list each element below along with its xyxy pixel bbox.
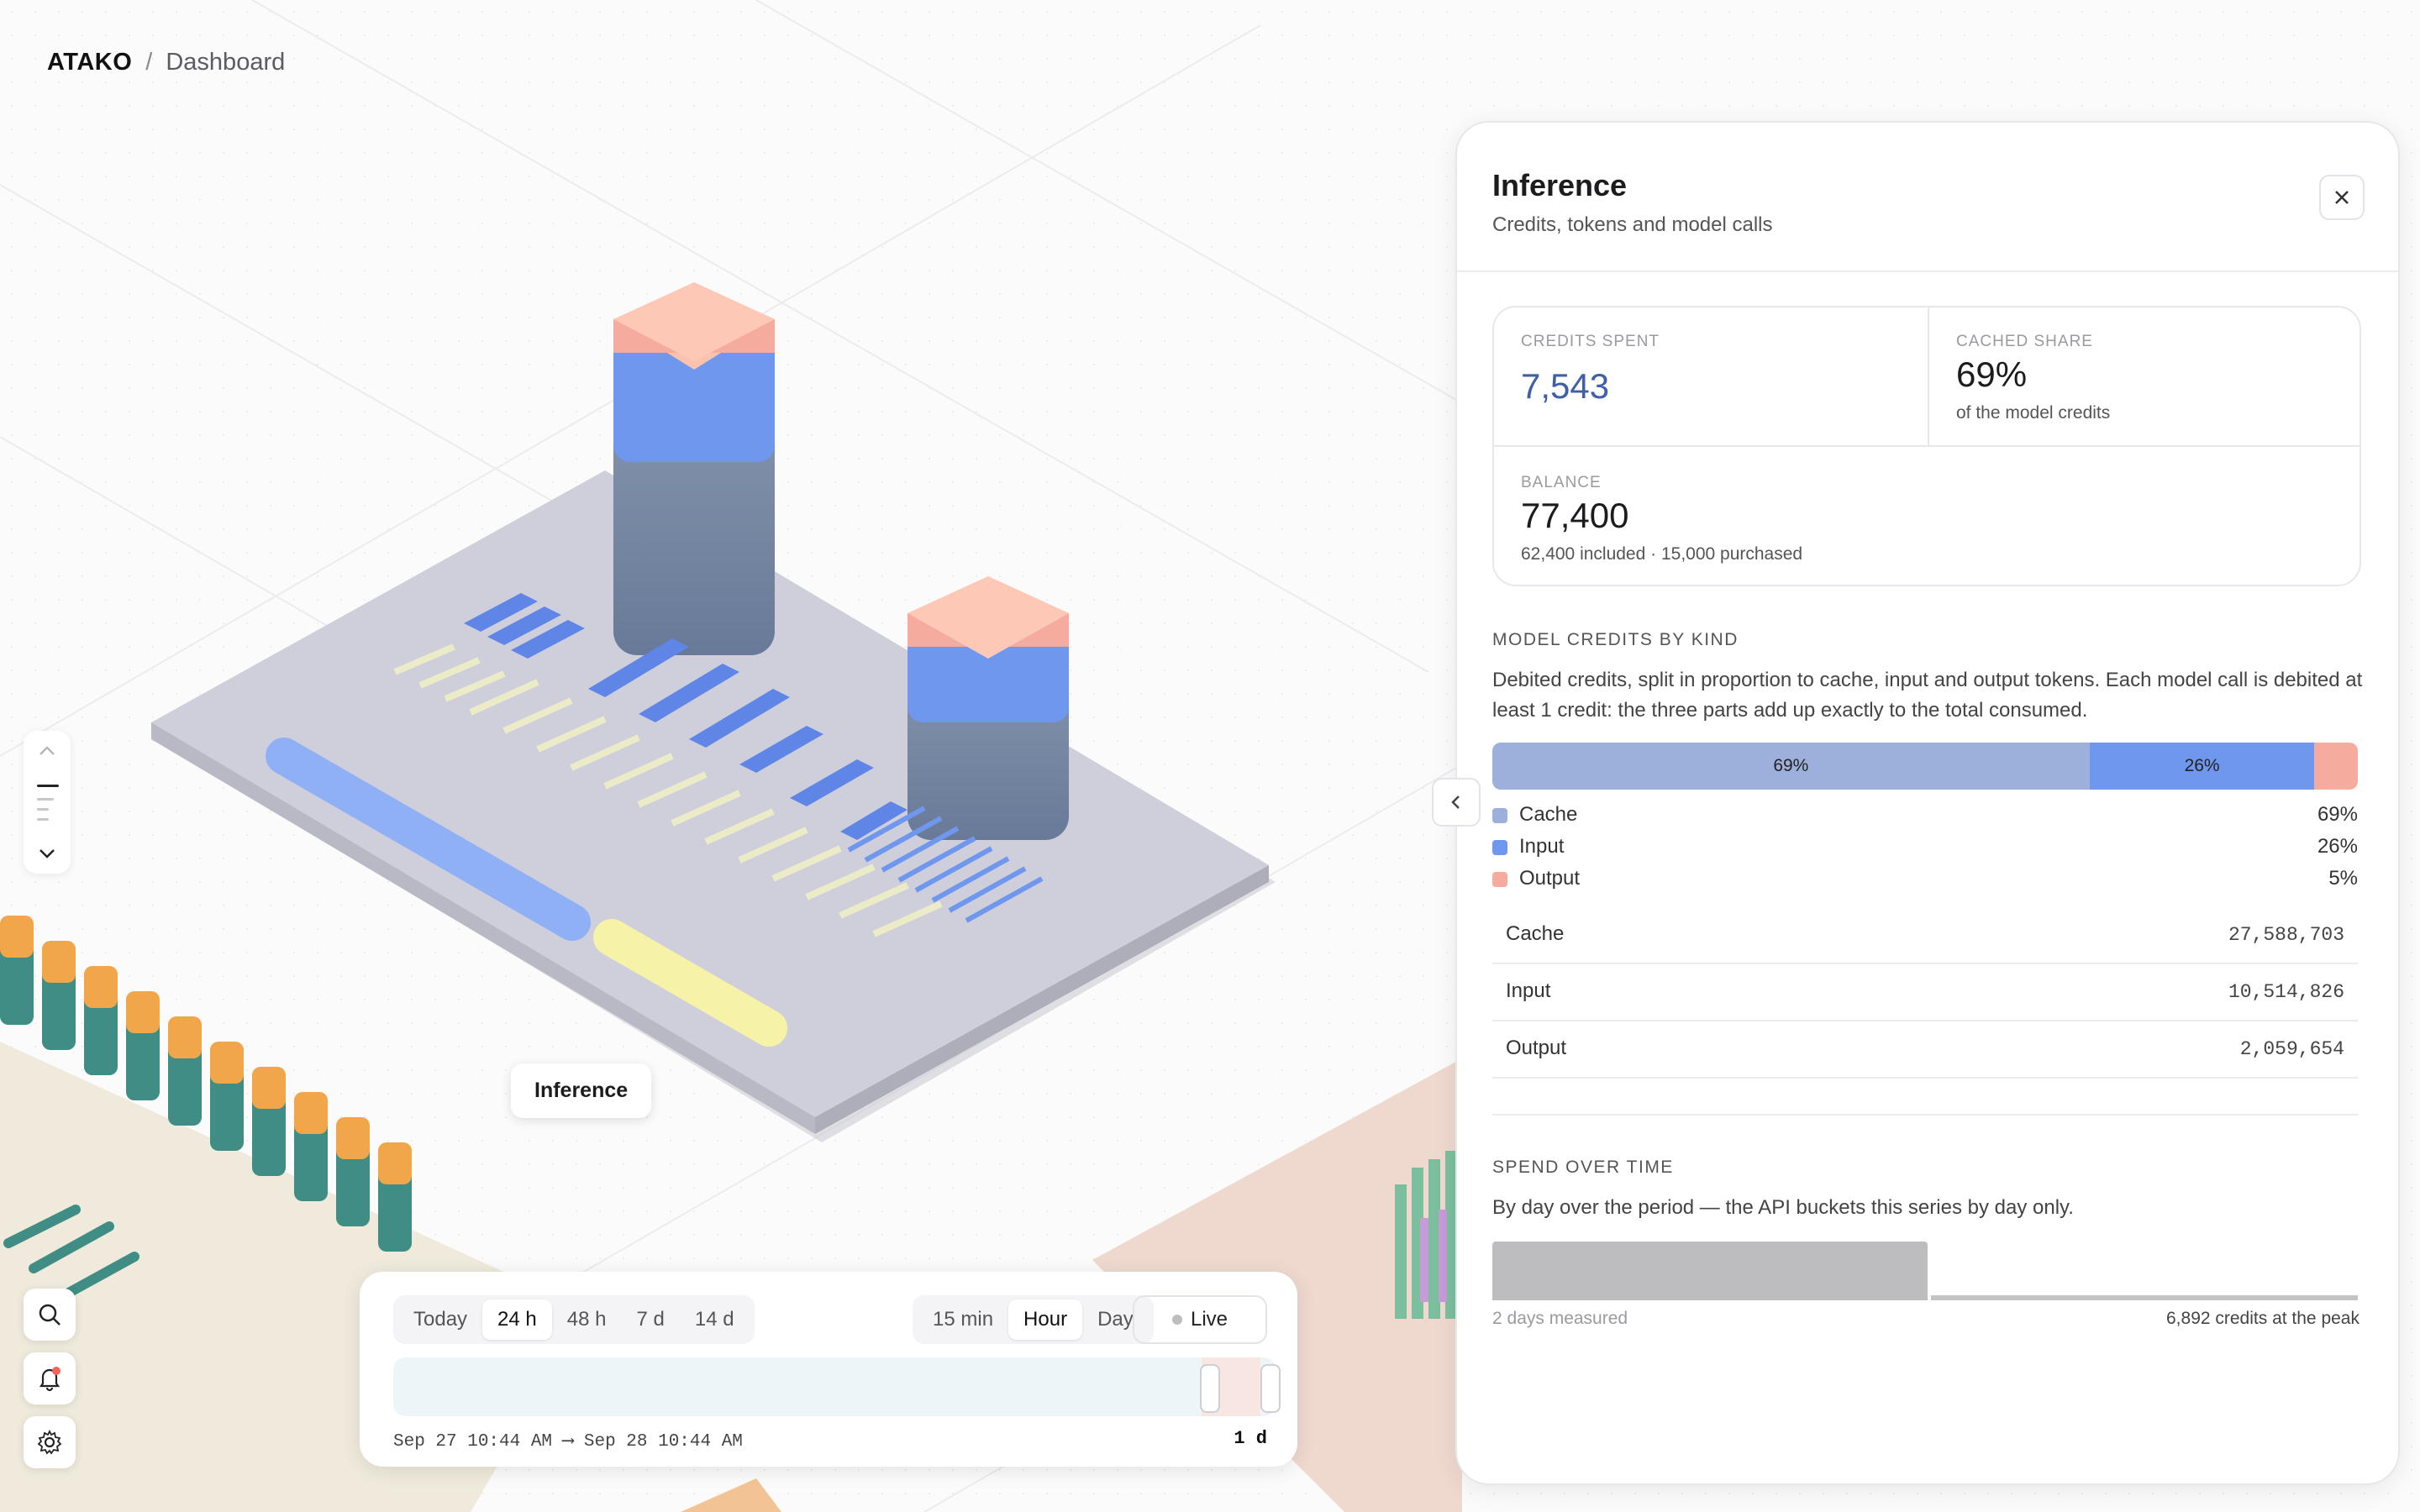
balance-note: 62,400 included · 15,000 purchased bbox=[1521, 544, 1803, 564]
range-24h[interactable]: 24 h bbox=[482, 1299, 552, 1340]
granularity-hour[interactable]: Hour bbox=[1008, 1299, 1083, 1340]
legend-swatch bbox=[1492, 808, 1507, 823]
legend-cache: Cache 69% bbox=[1492, 801, 2358, 830]
row-value: 2,059,654 bbox=[2239, 1038, 2344, 1060]
level-tick[interactable] bbox=[37, 818, 49, 821]
stats-divider-vertical bbox=[1928, 307, 1929, 445]
legend-pct: 5% bbox=[2328, 867, 2358, 890]
level-scrubber[interactable] bbox=[24, 731, 71, 874]
timeline-panel: Today 24 h 48 h 7 d 14 d 15 min Hour Day… bbox=[360, 1272, 1297, 1467]
legend-pct: 69% bbox=[2317, 803, 2358, 826]
spend-heading: SPEND OVER TIME bbox=[1492, 1158, 1674, 1177]
kind-description: Debited credits, split in proportion to … bbox=[1492, 669, 2363, 722]
chevron-up-icon[interactable] bbox=[24, 734, 71, 768]
chevron-left-icon bbox=[1451, 795, 1460, 809]
chevron-down-icon[interactable] bbox=[24, 837, 71, 870]
panel-title: Inference bbox=[1492, 168, 1628, 202]
range-end-handle[interactable] bbox=[1260, 1364, 1281, 1413]
model-credits-column bbox=[613, 282, 775, 655]
inference-detail-panel: Inference Credits, tokens and model call… bbox=[1455, 121, 2400, 1485]
balance-label: BALANCE bbox=[1521, 474, 1602, 491]
legend-name: Input bbox=[1519, 835, 1565, 858]
live-label: Live bbox=[1190, 1308, 1228, 1331]
row-name: Output bbox=[1506, 1037, 1567, 1059]
balance-value: 77,400 bbox=[1521, 496, 1629, 535]
row-name: Input bbox=[1506, 979, 1551, 1002]
legend-pct: 26% bbox=[2317, 835, 2358, 858]
row-name: Cache bbox=[1506, 922, 1565, 945]
close-button[interactable] bbox=[2319, 175, 2365, 220]
legend-output: Output 5% bbox=[1492, 865, 2358, 894]
bell-icon bbox=[39, 1367, 60, 1392]
kind-bar-cache: 69% bbox=[1492, 743, 2090, 790]
model-calls-column bbox=[908, 576, 1069, 840]
credits-spent-value: 7,543 bbox=[1521, 366, 1610, 406]
range-14d[interactable]: 14 d bbox=[680, 1299, 750, 1340]
cached-share-note: of the model credits bbox=[1956, 403, 2111, 423]
gear-icon bbox=[37, 1429, 62, 1455]
breadcrumb: ATAKO / Dashboard bbox=[47, 49, 285, 76]
stats-divider-horizontal bbox=[1494, 445, 2360, 447]
range-48h[interactable]: 48 h bbox=[552, 1299, 622, 1340]
kind-heading: MODEL CREDITS BY KIND bbox=[1492, 630, 1739, 649]
level-tick[interactable] bbox=[37, 808, 49, 811]
live-status-dot bbox=[1171, 1315, 1182, 1325]
legend-swatch bbox=[1492, 872, 1507, 887]
brand-logo[interactable]: ATAKO bbox=[47, 49, 132, 76]
spend-description: By day over the period — the API buckets… bbox=[1492, 1196, 2074, 1219]
legend-input: Input 26% bbox=[1492, 833, 2358, 862]
credits-spent-label: CREDITS SPENT bbox=[1521, 333, 1660, 350]
range-7d[interactable]: 7 d bbox=[621, 1299, 679, 1340]
level-tick-active[interactable] bbox=[37, 785, 59, 787]
spend-left-note: 2 days measured bbox=[1492, 1309, 1628, 1328]
panel-subtitle: Credits, tokens and model calls bbox=[1492, 213, 1773, 236]
live-button[interactable]: Live bbox=[1133, 1295, 1267, 1344]
spend-right-note: 6,892 credits at the peak bbox=[2166, 1309, 2360, 1328]
notifications-button[interactable] bbox=[24, 1352, 76, 1404]
range-start-handle[interactable] bbox=[1200, 1364, 1220, 1413]
granularity-15min[interactable]: 15 min bbox=[918, 1299, 1008, 1340]
panel-divider bbox=[1457, 270, 2398, 272]
legend-name: Output bbox=[1519, 867, 1581, 890]
row-value: 27,588,703 bbox=[2228, 924, 2344, 946]
close-icon bbox=[2335, 191, 2349, 204]
settings-button[interactable] bbox=[24, 1416, 76, 1468]
scene-inference-label[interactable]: Inference bbox=[511, 1063, 652, 1118]
granularity-selector[interactable]: 15 min Hour Day bbox=[913, 1295, 1154, 1344]
table-row: Input 10,514,826 bbox=[1492, 963, 2358, 1021]
kind-stacked-bar: 69% 26% bbox=[1492, 743, 2358, 790]
range-selector[interactable]: Today 24 h 48 h 7 d 14 d bbox=[393, 1295, 755, 1344]
section-divider bbox=[1492, 1114, 2358, 1116]
kind-bar-input: 26% bbox=[2089, 743, 2315, 790]
search-button[interactable] bbox=[24, 1289, 76, 1341]
breadcrumb-page: Dashboard bbox=[166, 49, 286, 76]
table-row: Cache 27,588,703 bbox=[1492, 906, 2358, 964]
range-text: Sep 27 10:44 AM ⟶ Sep 28 10:44 AM bbox=[393, 1432, 743, 1452]
collapse-panel-button[interactable] bbox=[1432, 778, 1481, 827]
search-icon bbox=[39, 1304, 60, 1326]
legend-swatch bbox=[1492, 840, 1507, 855]
breadcrumb-separator: / bbox=[145, 49, 153, 76]
table-row: Output 2,059,654 bbox=[1492, 1020, 2358, 1079]
cached-share-value: 69% bbox=[1956, 354, 2028, 394]
row-value: 10,514,826 bbox=[2228, 981, 2344, 1003]
level-tick[interactable] bbox=[37, 798, 54, 801]
spend-bar-day-2 bbox=[1931, 1295, 2358, 1300]
cached-share-label: CACHED SHARE bbox=[1956, 333, 2093, 350]
stats-card: CREDITS SPENT 7,543 CACHED SHARE 69% of … bbox=[1492, 306, 2361, 586]
range-span: 1 d bbox=[1234, 1428, 1267, 1449]
range-today[interactable]: Today bbox=[398, 1299, 482, 1340]
legend-name: Cache bbox=[1519, 803, 1578, 826]
timeline-track[interactable] bbox=[393, 1357, 1276, 1416]
kind-bar-output bbox=[2314, 743, 2358, 790]
spend-bar-day-1 bbox=[1492, 1242, 1928, 1300]
